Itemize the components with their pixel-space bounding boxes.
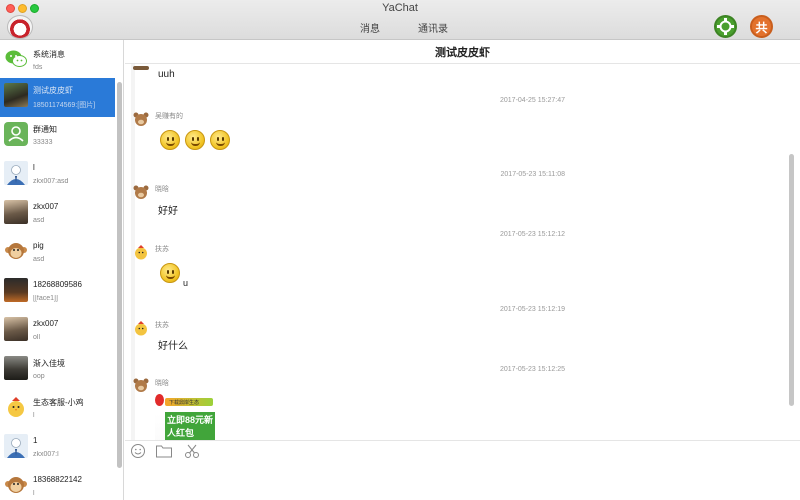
default-user-icon — [4, 434, 28, 458]
contact-name: 渐入佳境 — [33, 359, 65, 368]
monkey-icon — [4, 239, 28, 263]
screenshot-button[interactable] — [183, 443, 201, 459]
list-item[interactable]: 生态客服-小鸡 l — [0, 390, 115, 429]
contact-name: zkx007 — [33, 202, 59, 211]
tab-contacts[interactable]: 通讯录 — [418, 20, 448, 35]
message-timestamp: 2017-05-23 15:12:19 — [500, 306, 565, 313]
file-button[interactable] — [155, 443, 173, 459]
tab-messages[interactable]: 消息 — [360, 20, 380, 35]
contact-name: 18368822142 — [33, 475, 82, 484]
sidebar-scrollbar[interactable] — [117, 82, 122, 468]
contact-preview: zkx007:l — [33, 451, 59, 458]
sender-name: 吴赚有的 — [155, 113, 183, 120]
list-item[interactable]: zkx007 oll — [0, 312, 115, 351]
chick-avatar-icon — [133, 320, 149, 336]
list-item[interactable]: pig asd — [0, 234, 115, 273]
message-text: 好什么 — [158, 341, 188, 352]
chat-title: 测试皮皮虾 — [435, 47, 490, 59]
input-toolbar — [125, 440, 800, 500]
bear-avatar-icon — [133, 184, 149, 200]
list-item[interactable]: zkx007 asd — [0, 195, 115, 234]
avatar — [4, 356, 28, 380]
avatar — [4, 317, 28, 341]
contact-preview: asd — [33, 256, 45, 263]
contact-name: zkx007 — [33, 319, 59, 328]
contact-preview: oll — [33, 334, 41, 341]
sender-name: 晓晗 — [155, 380, 169, 387]
list-item-group-notice[interactable]: 群通知 33333 — [0, 117, 115, 156]
list-item[interactable]: 渐入佳境 oop — [0, 351, 115, 390]
default-user-icon — [4, 161, 28, 185]
message-text: u — [183, 278, 189, 288]
sender-name: 扶苏 — [155, 246, 169, 253]
chat-scrollbar[interactable] — [789, 154, 794, 406]
puzzle-icon — [717, 18, 734, 35]
contact-name: 18268809586 — [33, 280, 82, 289]
title-bar: YaChat 消息 通讯录 共 — [0, 0, 800, 40]
wechat-icon — [4, 47, 28, 71]
message-timestamp: 2017-05-23 15:12:25 — [500, 366, 565, 373]
message-area[interactable]: uuh 2017-04-25 15:27:47 吴赚有的 2017-05-23 … — [125, 64, 800, 440]
contact-name: 测试皮皮虾 — [33, 86, 73, 95]
laugh-emoji — [210, 130, 230, 150]
share-button[interactable]: 共 — [750, 15, 773, 38]
list-item-system-messages[interactable]: 系统消息 fds — [0, 42, 115, 81]
contact-preview: l — [33, 490, 35, 497]
contact-name: pig — [33, 241, 44, 250]
list-item[interactable]: 18368822142 l — [0, 468, 115, 500]
message-text: uuh — [158, 69, 175, 80]
list-item[interactable]: l zkx007:asd — [0, 156, 115, 195]
folder-icon — [156, 445, 172, 458]
contact-name: 生态客服-小鸡 — [33, 398, 84, 407]
bear-avatar-icon — [133, 377, 149, 393]
message-timestamp: 2017-04-25 15:27:47 — [500, 97, 565, 104]
list-item-selected[interactable]: 测试皮皮虾 18501174569:[图片] — [0, 78, 115, 117]
contact-name: 系统消息 — [33, 50, 65, 59]
emoji-button[interactable] — [129, 443, 147, 459]
sticker-headline: 立即88元新人红包 — [165, 412, 215, 440]
contact-name: 1 — [33, 436, 38, 445]
sticker-caption: 下载鼎岸生态 — [169, 400, 200, 406]
avatar — [4, 278, 28, 302]
window-title: YaChat — [382, 2, 418, 14]
balloon-icon — [155, 394, 164, 406]
contact-preview: 33333 — [33, 139, 53, 146]
sender-name: 扶苏 — [155, 322, 169, 329]
smile-emoji — [160, 130, 180, 150]
sender-name: 晓晗 — [155, 186, 169, 193]
contact-preview: oop — [33, 373, 45, 380]
conversation-list[interactable]: 系统消息 fds 测试皮皮虾 18501174569:[图片] 群通知 3333… — [0, 40, 124, 500]
contact-preview: asd — [33, 217, 45, 224]
avatar — [133, 66, 149, 70]
contact-preview: fds — [33, 64, 43, 71]
chick-icon — [4, 395, 28, 419]
grin-emoji — [185, 130, 205, 150]
contact-preview: l — [33, 412, 35, 419]
contact-name: l — [33, 163, 35, 172]
my-avatar[interactable] — [7, 15, 33, 39]
contact-preview: [[face1]] — [33, 295, 58, 302]
contact-name: 群通知 — [33, 125, 57, 134]
list-item[interactable]: 18268809586 [[face1]] — [0, 273, 115, 312]
chat-header: 测试皮皮虾 — [125, 40, 800, 64]
monkey-icon — [4, 473, 28, 497]
scissors-icon — [185, 444, 199, 458]
smile-emoji — [160, 263, 180, 283]
group-icon — [4, 122, 28, 146]
smile-icon — [131, 444, 145, 458]
puzzle-button[interactable] — [714, 15, 737, 38]
message-text: 好好 — [158, 206, 178, 217]
chick-avatar-icon — [133, 244, 149, 260]
contact-preview: 18501174569:[图片] — [33, 102, 96, 109]
message-timestamp: 2017-05-23 15:12:12 — [500, 231, 565, 238]
promo-sticker-image[interactable]: 下载鼎岸生态 立即88元新人红包 — [155, 394, 215, 440]
message-timestamp: 2017-05-23 15:11:08 — [500, 171, 565, 178]
list-item[interactable]: 1 zkx007:l — [0, 429, 115, 468]
bear-avatar-icon — [133, 111, 149, 127]
avatar — [4, 83, 28, 107]
avatar — [4, 200, 28, 224]
contact-preview: zkx007:asd — [33, 178, 69, 185]
